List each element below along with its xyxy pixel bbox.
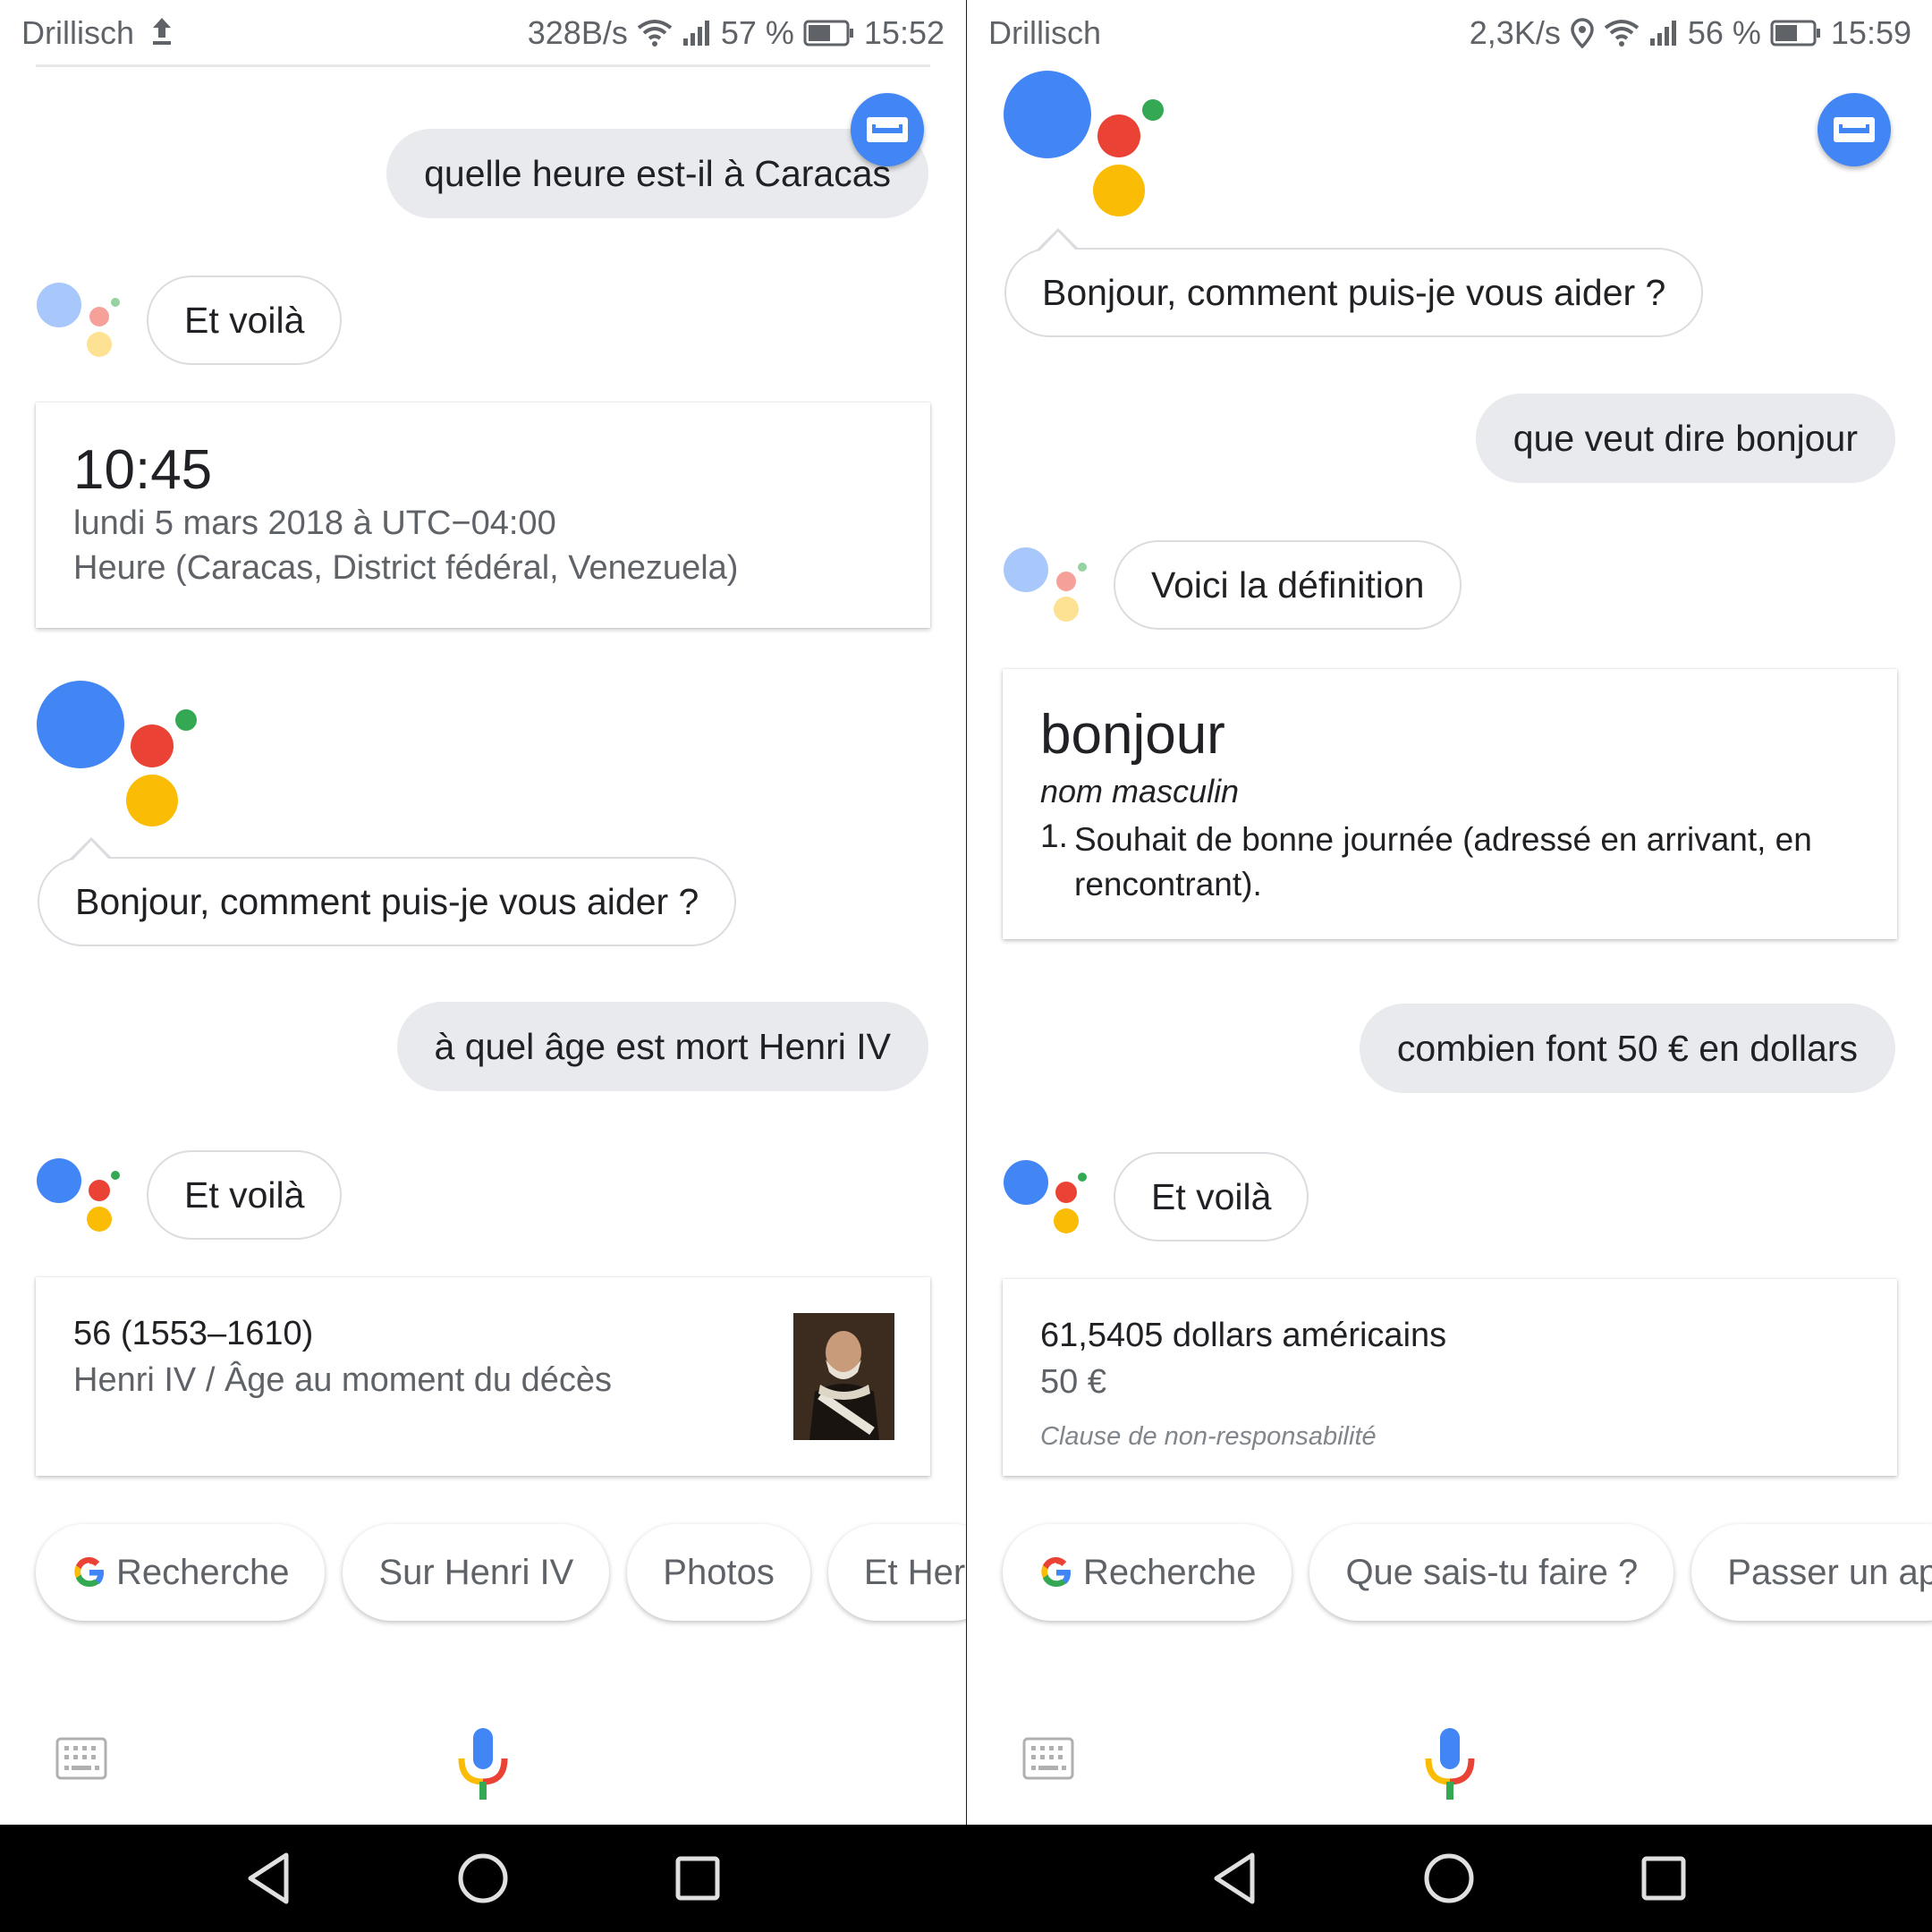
chip-label: Recherche	[1083, 1552, 1257, 1592]
chip-about-henri[interactable]: Sur Henri IV	[343, 1524, 610, 1621]
conversion-input: 50 €	[1040, 1363, 1106, 1401]
status-bar: Drillisch 328B/s 57 % 15:52	[0, 0, 966, 64]
definition-number: 1.	[1040, 818, 1068, 854]
user-query-bubble: quelle heure est-il à Caracas	[386, 129, 928, 218]
back-button[interactable]	[215, 1825, 322, 1932]
chip-search[interactable]: Recherche	[1003, 1524, 1292, 1621]
definition-card[interactable]: bonjour nom masculin 1. Souhait de bonne…	[1003, 669, 1897, 939]
chip-label: Recherche	[116, 1552, 290, 1592]
home-icon	[458, 1853, 508, 1903]
assistant-logo-icon	[1004, 547, 1087, 622]
chip-more[interactable]: Et Her	[827, 1524, 966, 1621]
left-screen: Drillisch 328B/s 57 % 15:52 quelle heure…	[0, 0, 966, 1825]
battery-percent: 57 %	[720, 14, 794, 51]
currency-result-card[interactable]: 61,5405 dollars américains 50 € Clause d…	[1003, 1279, 1897, 1476]
henri-iv-portrait[interactable]	[793, 1313, 894, 1440]
assistant-reply-bubble: Et voilà	[147, 1150, 343, 1240]
recents-button[interactable]	[644, 1825, 751, 1932]
suggestion-chips: Recherche Sur Henri IV Photos Et Her	[36, 1524, 966, 1623]
user-query-bubble: que veut dire bonjour	[1475, 394, 1895, 483]
clock: 15:52	[863, 14, 945, 51]
upload-icon	[153, 18, 171, 45]
age-subtitle: Henri IV / Âge au moment du décès	[73, 1361, 612, 1399]
microphone-icon[interactable]	[1423, 1726, 1477, 1801]
status-bar: Drillisch 2,3K/s 56 % 15:59	[967, 0, 1932, 64]
chip-label: Sur Henri IV	[378, 1552, 574, 1592]
carrier-name: Drillisch	[21, 14, 134, 51]
google-g-icon	[74, 1556, 104, 1588]
time-result-card[interactable]: 10:45 lundi 5 mars 2018 à UTC−04:00 Heur…	[36, 402, 930, 628]
greeting-bubble: Bonjour, comment puis-je vous aider ?	[38, 837, 737, 946]
definition-text: Souhait de bonne journée (adressé en arr…	[1074, 821, 1812, 902]
battery-percent: 56 %	[1687, 14, 1761, 51]
location-icon	[1571, 18, 1594, 48]
home-button[interactable]	[429, 1825, 537, 1932]
keyboard-icon	[1834, 117, 1875, 142]
assistant-logo-icon	[37, 1158, 120, 1232]
signal-icon	[1649, 21, 1676, 46]
chip-label: Que sais-tu faire ?	[1345, 1552, 1639, 1592]
recents-icon	[675, 1856, 720, 1901]
time-location: Heure (Caracas, District fédéral, Venezu…	[73, 549, 739, 587]
chip-label: Passer un ap	[1727, 1552, 1932, 1592]
wifi-icon	[637, 20, 673, 47]
recents-button[interactable]	[1610, 1825, 1717, 1932]
back-icon	[1214, 1852, 1255, 1904]
disclaimer-link[interactable]: Clause de non-responsabilité	[1040, 1422, 1377, 1452]
assistant-logo-icon	[37, 283, 120, 357]
recents-icon	[1641, 1856, 1686, 1901]
user-query-bubble: combien font 50 € en dollars	[1359, 1004, 1895, 1093]
assistant-reply-bubble: Et voilà	[147, 275, 343, 365]
chip-label: Et Her	[863, 1552, 966, 1592]
conversion-result: 61,5405 dollars américains	[1040, 1317, 1447, 1354]
part-of-speech: nom masculin	[1040, 773, 1240, 809]
network-speed: 2,3K/s	[1469, 14, 1561, 51]
home-button[interactable]	[1395, 1825, 1503, 1932]
user-query-bubble: à quel âge est mort Henri IV	[396, 1002, 928, 1091]
chip-search[interactable]: Recherche	[36, 1524, 326, 1621]
microphone-icon[interactable]	[456, 1726, 510, 1801]
right-screen: Drillisch 2,3K/s 56 % 15:59 Bonjour, com…	[967, 0, 1932, 1825]
battery-icon	[803, 20, 853, 47]
chip-what-can-you-do[interactable]: Que sais-tu faire ?	[1309, 1524, 1674, 1621]
wifi-icon	[1604, 20, 1640, 47]
back-icon	[248, 1852, 289, 1904]
clock: 15:59	[1830, 14, 1911, 51]
assistant-reply-bubble: Et voilà	[1114, 1152, 1309, 1241]
keyboard-toggle-button[interactable]	[1818, 93, 1891, 166]
chip-make-call[interactable]: Passer un ap	[1691, 1524, 1932, 1621]
home-icon	[1424, 1853, 1474, 1903]
battery-icon	[1770, 20, 1820, 47]
keyboard-input-icon[interactable]	[1022, 1737, 1074, 1780]
network-speed: 328B/s	[527, 14, 628, 51]
back-button[interactable]	[1181, 1825, 1288, 1932]
age-value: 56 (1553–1610)	[73, 1315, 314, 1352]
suggestion-chips: Recherche Que sais-tu faire ? Passer un …	[1003, 1524, 1932, 1623]
signal-icon	[682, 21, 709, 46]
definition-word: bonjour	[1040, 704, 1225, 766]
carrier-name: Drillisch	[988, 14, 1101, 51]
greeting-bubble: Bonjour, comment puis-je vous aider ?	[1004, 228, 1704, 337]
assistant-logo-large-icon	[1004, 71, 1164, 216]
assistant-logo-large-icon	[37, 681, 197, 826]
assistant-reply-bubble: Voici la définition	[1114, 540, 1462, 630]
age-result-card[interactable]: 56 (1553–1610) Henri IV / Âge au moment …	[36, 1277, 930, 1476]
keyboard-icon	[867, 117, 908, 142]
time-value: 10:45	[73, 439, 213, 501]
time-date: lundi 5 mars 2018 à UTC−04:00	[73, 504, 556, 542]
keyboard-toggle-button[interactable]	[851, 93, 924, 166]
google-g-icon	[1041, 1556, 1071, 1588]
chip-photos[interactable]: Photos	[627, 1524, 810, 1621]
keyboard-input-icon[interactable]	[55, 1737, 107, 1780]
scroll-edge	[36, 64, 930, 67]
assistant-logo-icon	[1004, 1160, 1087, 1233]
chip-label: Photos	[663, 1552, 775, 1592]
